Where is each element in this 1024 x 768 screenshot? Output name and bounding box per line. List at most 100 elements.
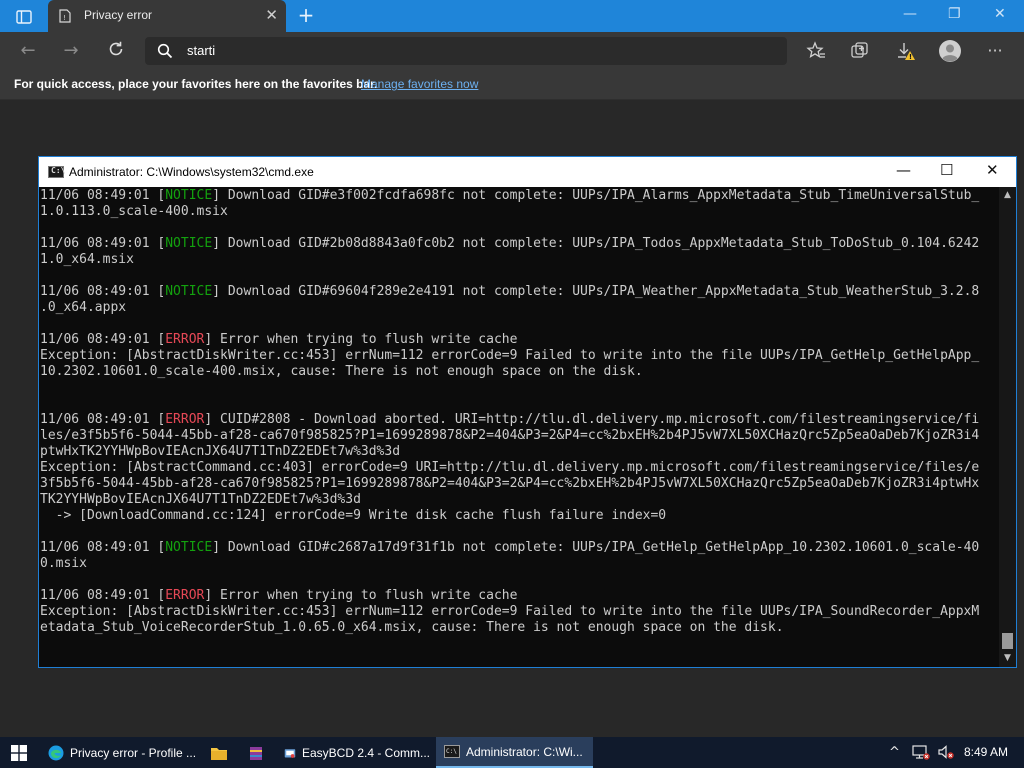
favorites-bar-hint: For quick access, place your favorites h… [14,77,378,91]
address-input[interactable]: starti [187,43,215,58]
notice-tag: NOTICE [165,540,213,555]
console-line: -> [DownloadCommand.cc:124] errorCode=9 … [40,508,667,523]
new-tab-button[interactable]: + [295,4,317,26]
console-scrollbar[interactable]: ▲ ▼ [999,187,1016,667]
tab-close-icon[interactable]: ✕ [265,8,278,23]
taskbar-item-file-explorer[interactable] [205,737,233,768]
edge-icon [48,745,64,760]
more-options-icon[interactable]: ··· [985,41,1005,61]
console-line: Exception: [AbstractCommand.cc:403] erro… [40,460,980,475]
tab-actions-icon[interactable] [10,7,38,27]
console-line: 10.2302.10601.0_scale-400.msix, cause: T… [40,364,643,379]
console-line-message: ] CUID#2808 - Download aborted. URI=http… [204,412,980,427]
console-line-prefix: 11/06 08:49:01 [ [40,540,166,555]
cmd-minimize-button[interactable]: — [896,161,911,179]
tray-chevron-up-icon[interactable]: ^ [889,745,900,760]
profile-avatar[interactable] [938,39,962,63]
console-line-prefix: 11/06 08:49:01 [ [40,412,166,427]
console-line: etadata_Stub_VoiceRecorderStub_1.0.65.0_… [40,620,784,635]
console-line: 11/06 08:49:01 [ERROR] CUID#2808 - Downl… [40,412,999,428]
back-arrow-icon[interactable]: ← [17,40,39,62]
browser-close-button[interactable]: ✕ [994,6,1006,22]
windows-logo-icon [11,744,27,761]
console-output[interactable]: 11/06 08:49:01 [NOTICE] Download GID#e3f… [39,187,999,667]
manage-favorites-link[interactable]: Manage favorites now [361,77,478,91]
scroll-down-arrow-icon[interactable]: ▼ [999,650,1016,667]
console-line: 1.0_x64.msix [40,252,134,267]
cmd-icon: C:\ [48,166,65,178]
address-bar[interactable]: starti [145,37,787,65]
browser-restore-button[interactable]: ❐ [948,6,961,22]
console-line: les/e3f5b5f6-5044-45bb-af28-ca670f985825… [40,428,980,443]
tab-privacy-error[interactable]: ! Privacy error ✕ [48,0,286,32]
console-line-prefix: 11/06 08:49:01 [ [40,236,166,251]
svg-text:!: ! [63,14,66,22]
console-line-message: ] Download GID#2b08d8843a0fc0b2 not comp… [212,236,980,251]
taskbar-item-winrar[interactable] [242,737,270,768]
favorites-star-icon[interactable] [806,41,826,61]
notice-tag: NOTICE [165,188,213,203]
cmd-window-title: Administrator: C:\Windows\system32\cmd.e… [69,165,314,179]
console-line: 11/06 08:49:01 [NOTICE] Download GID#2b0… [40,236,999,252]
easybcd-icon [284,748,296,758]
browser-toolbar: ← → starti ! ··· [0,32,1024,70]
forward-arrow-icon[interactable]: → [60,40,82,62]
taskbar-label: Privacy error - Profile ... [70,745,197,760]
svg-text:!: ! [909,53,912,61]
favorites-bar: For quick access, place your favorites h… [0,70,1024,100]
error-tag: ERROR [165,412,205,427]
console-line-message: ] Download GID#69604f289e2e4191 not comp… [212,284,980,299]
tab-title: Privacy error [84,8,153,22]
console-line-prefix: 11/06 08:49:01 [ [40,188,166,203]
console-line: 11/06 08:49:01 [NOTICE] Download GID#696… [40,284,999,300]
start-button[interactable] [0,737,38,768]
taskbar: Privacy error - Profile ... EasyBCD 2.4 … [0,737,1024,768]
console-line-message: ] Download GID#c2687a17d9f31f1b not comp… [212,540,980,555]
warning-document-icon: ! [58,8,72,23]
console-line: 11/06 08:49:01 [ERROR] Error when trying… [40,588,999,604]
network-icon[interactable] [912,744,930,764]
taskbar-item-cmd[interactable]: C:\ Administrator: C:\Wi... [436,737,593,768]
volume-muted-icon[interactable] [937,744,955,764]
cmd-title-bar[interactable]: C:\ Administrator: C:\Windows\system32\c… [39,157,1016,187]
cmd-maximize-button[interactable]: ☐ [940,161,953,179]
taskbar-item-edge[interactable]: Privacy error - Profile ... [40,737,198,768]
console-line: 3f5b5f6-5044-45bb-af28-ca670f985825?P1=1… [40,476,980,491]
taskbar-item-easybcd[interactable]: EasyBCD 2.4 - Comm... [278,737,430,768]
console-line-message: ] Download GID#e3f002fcdfa698fc not comp… [212,188,980,203]
console-line: TK2YYHWpBovIEAcnJX64U7T1TnDZ2EDEt7w%3d%3… [40,492,361,507]
scroll-up-arrow-icon[interactable]: ▲ [999,187,1016,204]
console-line-message: ] Error when trying to flush write cache [204,588,518,603]
console-line: 11/06 08:49:01 [NOTICE] Download GID#e3f… [40,188,999,204]
browser-minimize-button[interactable]: — [903,6,917,22]
console-line: .0_x64.appx [40,300,127,315]
notice-tag: NOTICE [165,236,213,251]
cmd-icon: C:\ [444,745,460,758]
notice-tag: NOTICE [165,284,213,299]
error-tag: ERROR [165,588,205,603]
console-line: 0.msix [40,556,87,571]
browser-tab-bar: ! Privacy error ✕ + — ❐ ✕ [0,0,1024,32]
taskbar-clock[interactable]: 8:49 AM [964,745,1008,759]
svg-text:C:\: C:\ [446,748,457,755]
console-line: ptwHxTK2YYHWpBovIEAcnJX64U7T1TnDZ2EDEt7w… [40,444,401,459]
error-tag: ERROR [165,332,205,347]
refresh-icon[interactable] [105,40,127,62]
winrar-icon [250,746,262,760]
scrollbar-thumb[interactable] [1002,633,1013,649]
console-line: 1.0.113.0_scale-400.msix [40,204,228,219]
console-line-prefix: 11/06 08:49:01 [ [40,588,166,603]
cmd-window: C:\ Administrator: C:\Windows\system32\c… [38,156,1017,668]
console-line: Exception: [AbstractDiskWriter.cc:453] e… [40,348,980,363]
downloads-warning-icon[interactable]: ! [896,41,916,61]
console-line-message: ] Error when trying to flush write cache [204,332,518,347]
cmd-close-button[interactable]: ✕ [986,161,999,179]
collections-icon[interactable] [850,41,870,61]
